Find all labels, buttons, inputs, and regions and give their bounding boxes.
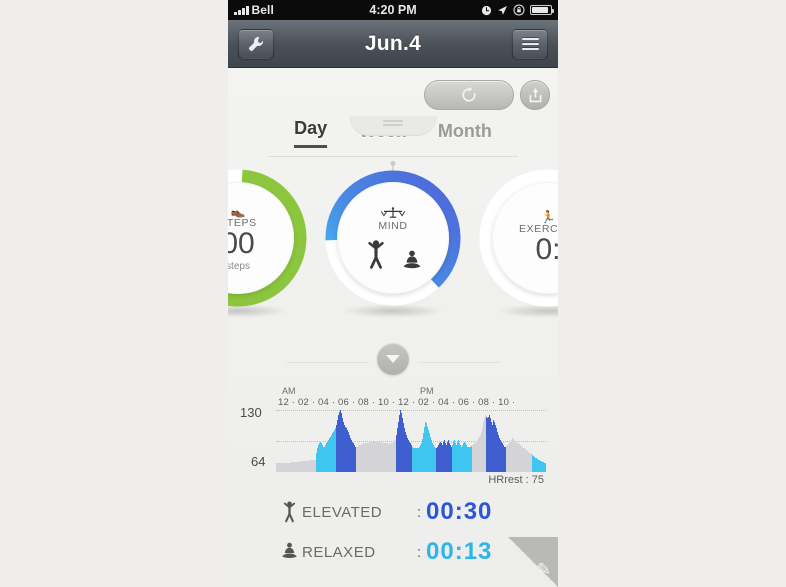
divider-line-right	[418, 362, 500, 363]
person-arms-up-icon	[276, 497, 302, 528]
phone-viewport: Bell 4:20 PM Jun.4 Day Month 👞 TEPS 00 s…	[228, 0, 558, 587]
person-meditating-icon	[276, 541, 302, 564]
chart-ymax-label: 130	[240, 405, 262, 420]
status-bar: Bell 4:20 PM	[228, 0, 558, 20]
expand-button[interactable]	[377, 343, 409, 375]
person-meditating-icon	[403, 250, 421, 269]
page-title: Jun.4	[364, 31, 422, 55]
screenshot-root: Bell 4:20 PM Jun.4 Day Month 👞 TEPS 00 s…	[0, 0, 786, 587]
pm-label: PM	[420, 386, 434, 396]
mind-icons	[363, 235, 423, 269]
chart-bars	[276, 410, 546, 472]
gauge-mind[interactable]: MIND	[323, 161, 463, 318]
stat-value-relaxed: 00:13	[426, 538, 493, 565]
wrench-icon	[248, 36, 264, 52]
person-arms-up-icon	[368, 240, 384, 269]
section-divider	[228, 343, 558, 383]
main-content: Day Week Month 👞 STEPS 00	[228, 68, 558, 587]
stat-colon-elevated: :	[416, 503, 422, 521]
stat-value-elevated: 00:30	[426, 498, 493, 525]
chart-x-tick-labels: 12 · 02 · 04 · 06 · 08 · 10 · 12 · 02 · …	[278, 397, 516, 408]
right-gutter	[558, 0, 786, 587]
mind-inner: MIND	[337, 182, 449, 294]
gauge-steps[interactable]: 👞 STEPS 00 steps	[228, 168, 308, 318]
balance-scale-icon	[380, 207, 406, 218]
refresh-icon	[462, 86, 476, 102]
menu-button[interactable]	[512, 29, 548, 59]
stat-label-elevated: ELEVATED	[302, 503, 383, 521]
refresh-button[interactable]	[424, 80, 514, 110]
stat-colon-relaxed: :	[416, 543, 422, 561]
hrrest-annotation: HRrest : 75	[488, 474, 544, 486]
runner-icon: 🏃	[540, 210, 556, 224]
left-gutter	[0, 0, 228, 587]
steps-unit: steps	[228, 260, 250, 272]
heart-rate-chart[interactable]: AM PM 12 · 02 · 04 · 06 · 08 · 10 · 12 ·…	[240, 386, 546, 486]
mind-title: MIND	[378, 220, 408, 232]
gauge-exercise[interactable]: 🏃 EXERCISE 0:	[478, 168, 558, 318]
chevron-down-icon	[386, 355, 400, 363]
pull-tab-handle[interactable]	[349, 116, 437, 136]
steps-value: 00	[228, 226, 255, 260]
share-upload-icon	[529, 87, 541, 102]
hamburger-menu-icon	[521, 35, 539, 53]
exercise-value: 0:	[535, 233, 558, 266]
tab-day[interactable]: Day	[294, 118, 328, 148]
status-bar-time: 4:20 PM	[369, 3, 417, 17]
grip-lines-icon	[383, 118, 403, 128]
battery-icon	[530, 5, 554, 15]
share-button[interactable]	[520, 80, 550, 110]
chart-ymin-label: 64	[251, 454, 266, 469]
nav-bar: Jun.4	[228, 20, 558, 68]
tabs-underline	[268, 156, 518, 157]
edit-corner-button[interactable]: ✎	[508, 537, 558, 587]
tab-month[interactable]: Month	[438, 121, 492, 148]
gauge-carousel: 👞 STEPS 00 steps	[228, 161, 558, 333]
tools-button[interactable]	[238, 29, 274, 59]
pencil-icon: ✎	[536, 560, 551, 579]
shoe-icon: 👞	[230, 203, 246, 218]
chart-plot-area	[276, 410, 546, 472]
am-label: AM	[282, 386, 296, 396]
stat-label-relaxed: RELAXED	[302, 543, 376, 561]
action-row	[424, 80, 550, 110]
stat-row-elevated: ELEVATED : 00:30	[228, 492, 558, 532]
divider-line-left	[286, 362, 368, 363]
